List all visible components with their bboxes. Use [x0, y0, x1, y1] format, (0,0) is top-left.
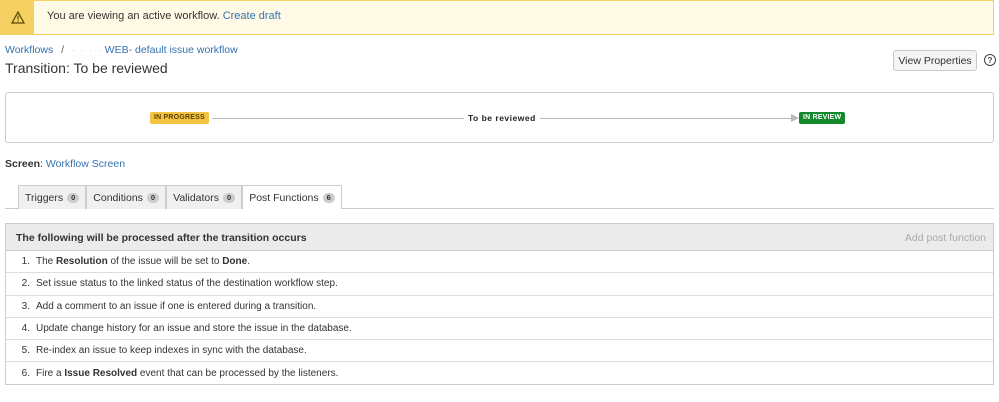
tab-triggers[interactable]: Triggers 0 [18, 185, 87, 209]
screen-info: Screen: Workflow Screen [5, 158, 126, 170]
panel-header: The following will be processed after th… [6, 224, 993, 251]
list-item: 5. Re-index an issue to keep indexes in … [6, 340, 993, 363]
post-function-list: 1. The Resolution of the issue will be s… [6, 251, 993, 385]
count-badge: 0 [67, 192, 80, 203]
tab-label: Post Functions [249, 191, 319, 204]
page-title: Transition: To be reviewed [5, 60, 168, 76]
item-text: Update change history for an issue and s… [36, 323, 352, 335]
item-number: 1. [21, 256, 30, 268]
tab-label: Conditions [93, 191, 143, 204]
transition-diagram: IN PROGRESS To be reviewed IN REVIEW [5, 92, 994, 143]
breadcrumb: Workflows / · · · · WEB- default issue w… [5, 44, 238, 56]
breadcrumb-workflows-link[interactable]: Workflows [5, 44, 53, 56]
item-text: Re-index an issue to keep indexes in syn… [36, 345, 307, 357]
redacted-text: · · · · [72, 44, 102, 56]
create-draft-link[interactable]: Create draft [223, 10, 281, 22]
tab-label: Triggers [25, 191, 64, 204]
item-text: The Resolution of the issue will be set … [36, 256, 250, 268]
count-badge: 0 [146, 192, 160, 203]
banner-text: You are viewing an active workflow. [47, 10, 220, 22]
list-item: 3. Add a comment to an issue if one is e… [6, 296, 993, 318]
breadcrumb-workflow-link[interactable]: WEB- default issue workflow [105, 44, 238, 56]
tab-bar: Triggers 0 Conditions 0 Validators 0 Pos… [18, 185, 342, 209]
diagram-line-left [212, 118, 464, 119]
help-icon[interactable]: ? [984, 54, 996, 66]
transition-name: To be reviewed [468, 113, 536, 123]
item-number: 6. [21, 368, 30, 380]
add-post-function-link[interactable]: Add post function [905, 232, 986, 244]
to-status-lozenge: IN REVIEW [799, 112, 846, 124]
diagram-line-right [540, 118, 792, 119]
arrow-icon [791, 114, 799, 122]
count-badge: 0 [223, 192, 236, 203]
item-number: 4. [21, 323, 30, 335]
warning-banner: You are viewing an active workflow. Crea… [0, 0, 994, 35]
tab-post-functions[interactable]: Post Functions 6 [242, 185, 342, 209]
item-text: Add a comment to an issue if one is ente… [36, 300, 317, 312]
from-status-lozenge: IN PROGRESS [150, 112, 209, 124]
list-item: 2. Set issue status to the linked status… [6, 273, 993, 296]
list-item: 1. The Resolution of the issue will be s… [6, 251, 993, 274]
count-badge: 6 [322, 192, 335, 203]
screen-label: Screen [5, 158, 41, 170]
panel-title: The following will be processed after th… [16, 232, 307, 244]
view-properties-button[interactable]: View Properties [893, 50, 977, 71]
item-number: 5. [21, 345, 30, 357]
workflow-screen-link[interactable]: Workflow Screen [46, 158, 125, 170]
banner-message: You are viewing an active workflow. Crea… [47, 10, 281, 22]
tab-validators[interactable]: Validators 0 [166, 185, 243, 209]
item-text: Set issue status to the linked status of… [36, 278, 338, 290]
post-functions-panel: The following will be processed after th… [5, 223, 994, 385]
tab-label: Validators [173, 191, 220, 204]
breadcrumb-separator: / [61, 44, 65, 56]
warning-icon [1, 1, 34, 34]
item-number: 2. [21, 278, 30, 290]
tab-conditions[interactable]: Conditions 0 [86, 185, 167, 209]
list-item: 6. Fire a Issue Resolved event that can … [6, 362, 993, 384]
list-item: 4. Update change history for an issue an… [6, 318, 993, 341]
item-number: 3. [21, 300, 30, 312]
item-text: Fire a Issue Resolved event that can be … [36, 368, 339, 380]
